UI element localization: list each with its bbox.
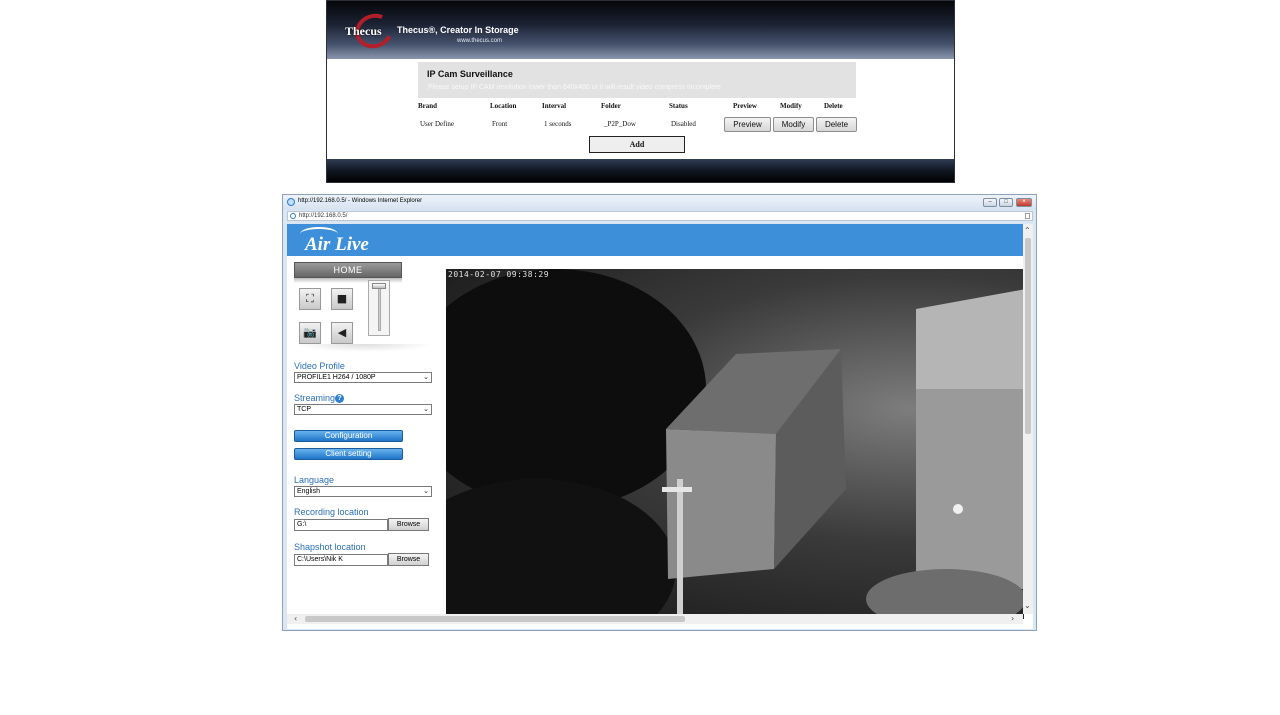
speaker-icon: ◀ xyxy=(337,326,347,339)
language-select[interactable]: English ⌄ xyxy=(294,486,432,497)
dark-bushes xyxy=(446,479,676,619)
address-bar[interactable]: http://192.168.0.5/ xyxy=(287,211,1033,221)
airlive-header: Air Live xyxy=(287,224,1023,256)
modify-button[interactable]: Modify xyxy=(773,117,814,132)
column-header-brand: Brand xyxy=(418,102,438,110)
cell-folder: _P2P_Dow xyxy=(604,120,636,128)
help-icon[interactable]: ? xyxy=(335,394,345,404)
scroll-up-icon[interactable]: ⌃ xyxy=(1024,226,1031,235)
minimize-button[interactable]: – xyxy=(983,198,997,207)
ie-window: http://192.168.0.5/ - Windows Internet E… xyxy=(282,194,1037,631)
recording-location-label: Recording location xyxy=(294,507,369,517)
panel-divider xyxy=(294,344,434,352)
snapshot-browse-button[interactable]: Browse xyxy=(388,553,429,566)
client-setting-button[interactable]: Client setting xyxy=(294,448,403,460)
recording-location-input[interactable]: G:\ xyxy=(294,519,388,531)
chevron-down-icon: ⌄ xyxy=(423,487,429,495)
ie-globe-icon xyxy=(287,198,295,206)
page-icon[interactable] xyxy=(1025,213,1030,219)
horizontal-scroll-thumb[interactable] xyxy=(305,616,685,622)
streaming-select[interactable]: TCP ⌄ xyxy=(294,404,432,415)
cell-status: Disabled xyxy=(671,120,696,128)
delete-button[interactable]: Delete xyxy=(816,117,857,132)
column-header-interval: Interval xyxy=(542,102,567,110)
chevron-down-icon: ⌄ xyxy=(423,405,429,413)
scroll-right-icon[interactable]: › xyxy=(1011,614,1014,623)
address-text[interactable]: http://192.168.0.5/ xyxy=(299,213,347,219)
streaming-label: Streaming xyxy=(294,393,336,403)
chevron-down-icon: ⌄ xyxy=(423,373,429,381)
light-spot xyxy=(953,504,963,514)
snapshot-location-label: Shapshot location xyxy=(294,542,366,552)
maximize-button[interactable]: □ xyxy=(999,198,1013,207)
camera-timestamp: 2014-02-07 09:38:29 xyxy=(448,270,550,279)
fullscreen-icon: ⛶ xyxy=(306,292,314,305)
add-button[interactable]: Add xyxy=(589,136,685,153)
ipcam-header-box: IP Cam Surveillance Please setup IP CAM … xyxy=(418,62,856,98)
thecus-panel: Thecus Thecus®, Creator In Storage www.t… xyxy=(326,0,955,183)
ipcam-section-title: IP Cam Surveillance xyxy=(427,69,513,79)
browser-content: Air Live HOME ⛶ ■ 📷 ◀ Video Profile PROF… xyxy=(287,224,1033,629)
thecus-logo-text: Thecus xyxy=(345,24,382,38)
recording-browse-button[interactable]: Browse xyxy=(388,518,429,531)
ipcam-note: Please setup IP CAM resolution lower tha… xyxy=(428,84,721,91)
camera-scene xyxy=(446,269,1024,619)
video-profile-select[interactable]: PROFILE1 H264 / 1080P ⌄ xyxy=(294,372,432,383)
cell-location: Front xyxy=(492,120,508,128)
stop-icon: ■ xyxy=(336,292,348,305)
close-button[interactable]: × xyxy=(1016,198,1032,207)
cross-bar xyxy=(662,487,692,492)
snapshot-location-input[interactable]: C:\Users\Nik K xyxy=(294,554,388,566)
snapshot-button[interactable]: 📷 xyxy=(299,322,321,344)
thecus-footer xyxy=(327,159,954,182)
window-title: http://192.168.0.5/ - Windows Internet E… xyxy=(298,198,423,204)
zoom-slider[interactable] xyxy=(368,280,390,336)
streaming-value: TCP xyxy=(297,406,311,413)
camera-icon: 📷 xyxy=(303,326,317,339)
white-pole xyxy=(677,479,683,619)
zoom-track xyxy=(378,285,381,331)
preview-button[interactable]: Preview xyxy=(724,117,771,132)
right-building-roof xyxy=(916,289,1024,389)
video-profile-label: Video Profile xyxy=(294,361,345,371)
vertical-scrollbar[interactable]: ⌃ ⌄ xyxy=(1023,224,1033,614)
airlive-logo-text: Air Live xyxy=(305,234,369,255)
column-header-delete: Delete xyxy=(824,102,843,110)
zoom-handle[interactable] xyxy=(372,283,386,289)
scroll-down-icon[interactable]: ⌄ xyxy=(1024,601,1031,610)
column-header-modify: Modify xyxy=(780,102,802,110)
thecus-tagline: Thecus®, Creator In Storage xyxy=(397,25,519,35)
language-value: English xyxy=(297,488,320,495)
thecus-logo: Thecus xyxy=(343,8,398,54)
airlive-logo: Air Live xyxy=(300,227,400,255)
cell-interval: 1 seconds xyxy=(544,120,572,128)
configuration-button[interactable]: Configuration xyxy=(294,430,403,442)
page-globe-icon xyxy=(290,213,296,219)
vertical-scroll-thumb[interactable] xyxy=(1025,238,1031,434)
language-label: Language xyxy=(294,475,335,485)
thecus-url: www.thecus.com xyxy=(457,38,503,44)
thecus-header: Thecus Thecus®, Creator In Storage www.t… xyxy=(327,1,954,59)
home-button[interactable]: HOME xyxy=(294,262,402,278)
fullscreen-button[interactable]: ⛶ xyxy=(299,288,321,310)
column-header-preview: Preview xyxy=(733,102,757,110)
column-header-status: Status xyxy=(669,102,688,110)
column-header-location: Location xyxy=(490,102,517,110)
cell-brand: User Define xyxy=(420,120,455,128)
horizontal-scrollbar[interactable]: ‹ › xyxy=(287,614,1023,624)
camera-live-view[interactable]: 2014-02-07 09:38:29 xyxy=(446,269,1024,619)
stop-button[interactable]: ■ xyxy=(331,288,353,310)
video-profile-value: PROFILE1 H264 / 1080P xyxy=(297,374,376,381)
audio-button[interactable]: ◀ xyxy=(331,322,353,344)
streaming-label-row: Streaming? xyxy=(294,393,345,404)
column-header-folder: Folder xyxy=(601,102,621,110)
ie-titlebar[interactable]: http://192.168.0.5/ - Windows Internet E… xyxy=(283,195,1036,210)
scroll-left-icon[interactable]: ‹ xyxy=(294,614,297,623)
